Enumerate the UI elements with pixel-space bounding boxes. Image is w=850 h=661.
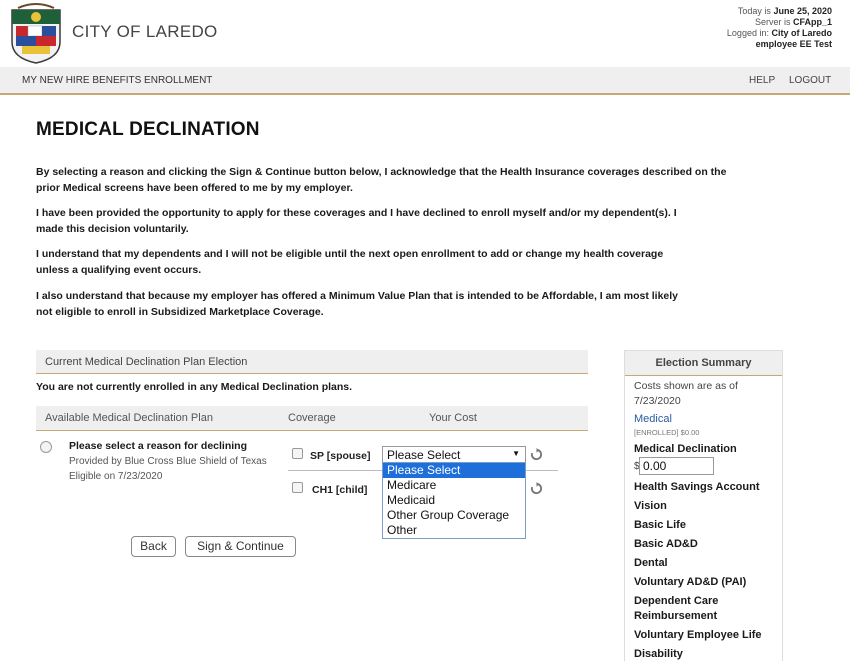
summary-item[interactable]: Dental <box>634 556 779 571</box>
summary-item[interactable]: Disability <box>634 647 779 661</box>
plan-eligible-date: Eligible on 7/23/2020 <box>69 471 163 482</box>
back-button[interactable]: Back <box>131 536 176 557</box>
marketplace-paragraph: I also understand that because my employ… <box>36 288 678 320</box>
paragraph-line: I have been provided the opportunity to … <box>36 207 677 219</box>
summary-item[interactable]: Basic AD&D <box>634 537 779 552</box>
eligibility-paragraph: I understand that my dependents and I wi… <box>36 246 663 278</box>
decline-reason-select[interactable]: Please Select ▼ <box>382 446 526 463</box>
server-label: Server is <box>754 17 791 27</box>
city-seal-logo <box>11 3 61 64</box>
server-value: CFApp_1 <box>792 17 832 27</box>
summary-header: Election Summary <box>625 351 782 376</box>
paragraph-line: made this decision voluntarily. <box>36 223 189 235</box>
page-title: MEDICAL DECLINATION <box>36 119 260 140</box>
plan-table-header: Available Medical Declination Plan Cover… <box>36 406 588 431</box>
plan-radio[interactable] <box>40 441 52 453</box>
current-election-header: Current Medical Declination Plan Electio… <box>36 350 588 374</box>
not-enrolled-message: You are not currently enrolled in any Me… <box>36 381 353 393</box>
voluntary-paragraph: I have been provided the opportunity to … <box>36 205 677 237</box>
column-header-coverage: Coverage <box>288 412 336 424</box>
costs-as-of: Costs shown are as of 7/23/2020 <box>634 380 738 407</box>
column-header-plan: Available Medical Declination Plan <box>45 412 213 424</box>
summary-item[interactable]: Vision <box>634 499 779 514</box>
summary-title: Election Summary <box>655 357 752 369</box>
session-info: Today is June 25, 2020 Server is CFApp_1… <box>727 6 832 50</box>
paragraph-line: prior Medical screens have been offered … <box>36 182 353 194</box>
child-checkbox[interactable] <box>292 482 303 493</box>
plan-provider: Provided by Blue Cross Blue Shield of Te… <box>69 456 267 467</box>
user-name: employee EE Test <box>755 39 832 49</box>
summary-item[interactable]: Voluntary AD&D (PAI) <box>634 575 779 590</box>
election-summary-panel: Election Summary Costs shown are as of 7… <box>624 350 783 661</box>
option-medicaid[interactable]: Medicaid <box>383 493 525 508</box>
declination-cost-field[interactable]: 0.00 <box>639 457 714 475</box>
select-value: Please Select <box>387 448 461 462</box>
option-please-select[interactable]: Please Select <box>383 463 525 478</box>
navbar: MY NEW HIRE BENEFITS ENROLLMENT HELP LOG… <box>0 67 850 95</box>
paragraph-line: not eligible to enroll in Subsidized Mar… <box>36 306 324 318</box>
logout-link[interactable]: LOGOUT <box>789 75 831 86</box>
dropdown-arrow-icon: ▼ <box>512 449 520 458</box>
medical-enrolled-status: [ENROLLED] $0.00 <box>634 428 700 437</box>
help-link[interactable]: HELP <box>749 75 775 86</box>
refresh-icon[interactable] <box>530 482 543 495</box>
summary-item[interactable]: Health Savings Account <box>634 480 779 495</box>
paragraph-line: unless a qualifying event occurs. <box>36 264 202 276</box>
child-coverage-label: CH1 [child] <box>312 484 368 496</box>
summary-medical-link[interactable]: Medical <box>634 413 672 425</box>
logged-value: City of Laredo <box>771 28 832 38</box>
acknowledgement-paragraph: By selecting a reason and clicking the S… <box>36 164 726 196</box>
section-title: Current Medical Declination Plan Electio… <box>45 356 248 368</box>
spouse-coverage-label: SP [spouse] <box>310 450 371 462</box>
option-other-group-coverage[interactable]: Other Group Coverage <box>383 508 525 523</box>
summary-item[interactable]: Basic Life <box>634 518 779 533</box>
logged-label: Logged in: <box>726 28 769 38</box>
nav-title: MY NEW HIRE BENEFITS ENROLLMENT <box>22 75 213 86</box>
city-name: CITY OF LAREDO <box>72 22 218 41</box>
today-value: June 25, 2020 <box>773 6 832 16</box>
paragraph-line: I understand that my dependents and I wi… <box>36 248 664 260</box>
summary-medical-declination: Medical Declination <box>634 443 737 455</box>
summary-item[interactable]: Dependent Care Reimbursement <box>634 594 734 624</box>
paragraph-line: I also understand that because my employ… <box>36 290 679 302</box>
sign-continue-button[interactable]: Sign & Continue <box>185 536 296 557</box>
paragraph-line: By selecting a reason and clicking the S… <box>36 166 727 178</box>
option-medicare[interactable]: Medicare <box>383 478 525 493</box>
decline-reason-options: Please Select Medicare Medicaid Other Gr… <box>382 462 526 539</box>
option-other[interactable]: Other <box>383 523 525 538</box>
column-header-cost: Your Cost <box>429 412 477 424</box>
refresh-icon[interactable] <box>530 448 543 461</box>
plan-name: Please select a reason for declining <box>69 440 247 452</box>
spouse-checkbox[interactable] <box>292 448 303 459</box>
summary-item[interactable]: Voluntary Employee Life <box>634 628 779 643</box>
today-label: Today is <box>737 6 771 16</box>
